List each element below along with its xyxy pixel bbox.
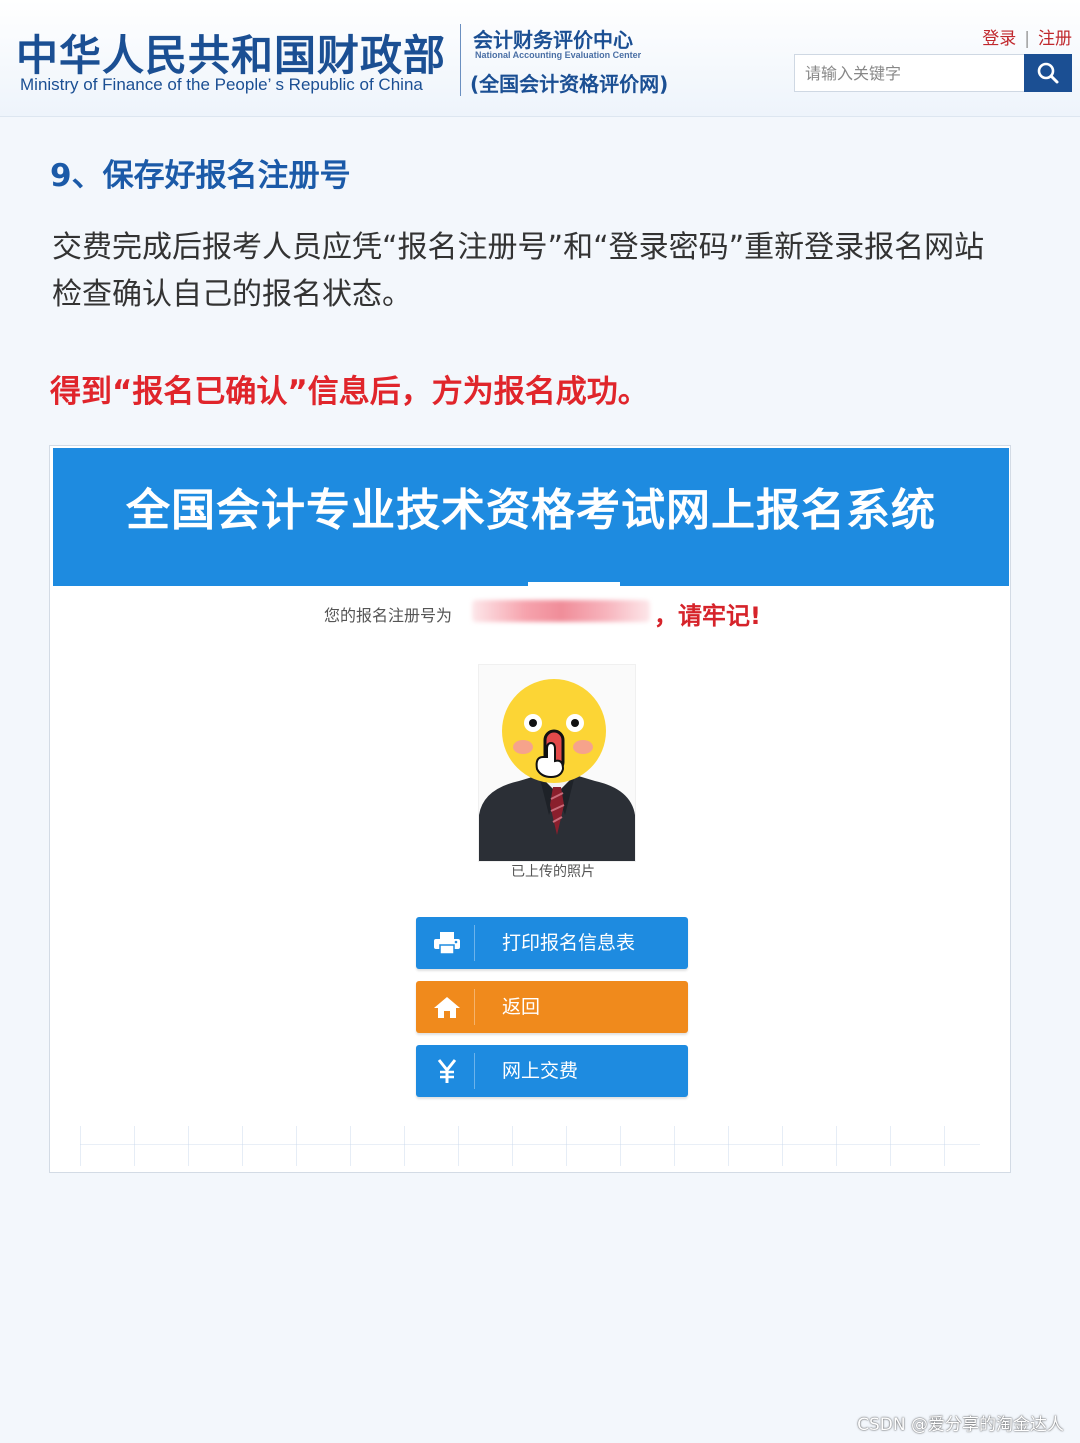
- avatar-photo-icon: [479, 679, 635, 861]
- print-form-label: 打印报名信息表: [502, 932, 636, 954]
- search-button[interactable]: [1024, 54, 1072, 92]
- btn-divider-1: [474, 925, 475, 961]
- center-name[interactable]: 会计财务评价中心: [473, 24, 633, 53]
- uploaded-photo: [478, 664, 636, 862]
- center-subtitle: (全国会计资格评价网): [470, 72, 669, 96]
- search-box: [794, 54, 1072, 92]
- article-paragraph: 交费完成后报考人员应凭“报名注册号”和“登录密码”重新登录报名网站检查确认自己的…: [52, 230, 985, 312]
- yen-icon: [432, 1045, 462, 1097]
- system-title: 全国会计专业技术资格考试网上报名系统: [126, 485, 936, 536]
- reg-number-line: 您的报名注册号为 ，请牢记!: [324, 596, 824, 630]
- home-icon: [432, 981, 462, 1033]
- register-link[interactable]: 注册: [1038, 29, 1072, 49]
- auth-links: 登录 | 注册: [982, 24, 1072, 49]
- online-payment-label: 网上交费: [502, 1060, 579, 1082]
- csdn-watermark: CSDN @爱分享的淘金达人: [857, 1415, 1064, 1435]
- header-divider: [460, 24, 461, 96]
- print-form-button[interactable]: 打印报名信息表: [416, 917, 688, 969]
- registration-screenshot: 全国会计专业技术资格考试网上报名系统 您的报名注册号为 ，请牢记! 已上传的照片…: [49, 445, 1011, 1173]
- btn-divider-3: [474, 1053, 475, 1089]
- photo-caption: 已上传的照片: [511, 864, 595, 880]
- reg-number-label: 您的报名注册号为: [324, 606, 453, 625]
- mof-logo-title[interactable]: 中华人民共和国财政部: [16, 22, 446, 83]
- printer-icon: [432, 917, 462, 969]
- center-name-en: National Accounting Evaluation Center: [475, 50, 642, 60]
- search-input[interactable]: [795, 55, 1025, 91]
- site-header: 中华人民共和国财政部 Ministry of Finance of the Pe…: [0, 0, 1080, 117]
- footer-grid-strip: [80, 1126, 980, 1166]
- back-button[interactable]: 返回: [416, 981, 688, 1033]
- login-link[interactable]: 登录: [982, 29, 1016, 49]
- btn-divider-2: [474, 989, 475, 1025]
- section-title: 9、保存好报名注册号: [50, 158, 351, 194]
- banner-notch: [528, 582, 620, 586]
- search-icon: [1037, 62, 1059, 84]
- back-label: 返回: [502, 996, 541, 1018]
- reg-number-remember: ，请牢记!: [654, 602, 761, 630]
- success-notice: 得到“报名已确认”信息后，方为报名成功。: [50, 374, 649, 410]
- reg-number-redacted: [472, 600, 650, 622]
- system-banner: 全国会计专业技术资格考试网上报名系统: [53, 448, 1009, 586]
- online-payment-button[interactable]: 网上交费: [416, 1045, 688, 1097]
- mof-logo-subtitle: Ministry of Finance of the People’ s Rep…: [20, 75, 423, 94]
- auth-separator: |: [1024, 29, 1030, 49]
